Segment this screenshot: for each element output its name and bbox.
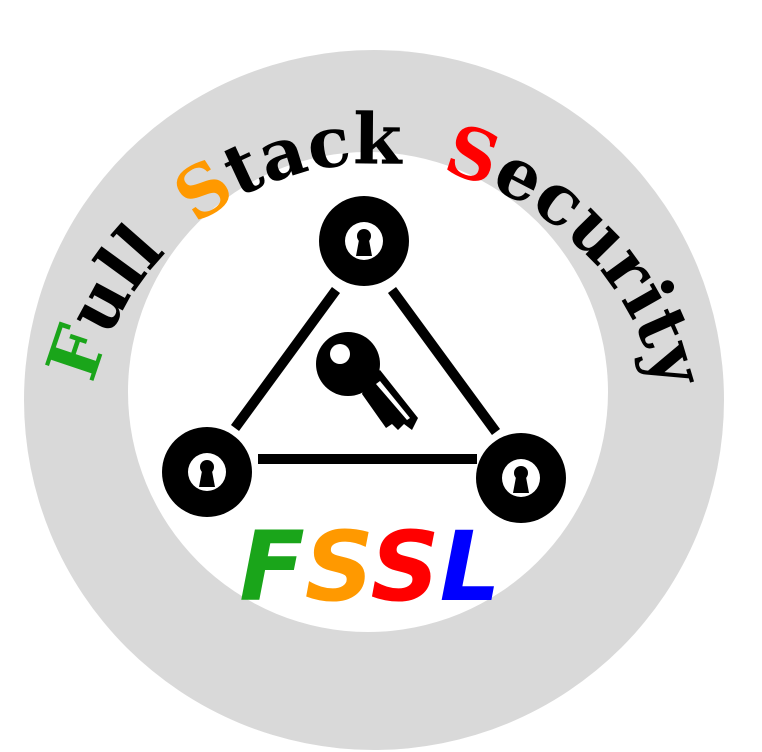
- fssl-logo: FullStackSecurityLab.: [0, 0, 724, 750]
- node-bottom-left: [162, 427, 252, 517]
- keyhole-icon: [502, 459, 540, 497]
- acronym-letter-f: F: [239, 511, 305, 623]
- acronym-letter-s2: S: [370, 511, 439, 623]
- ring-word-lab-rest: ab.: [0, 0, 24, 17]
- ring-word-lab-initial: L: [0, 0, 25, 17]
- acronym-text: FSSL: [239, 511, 501, 623]
- node-bottom-right: [476, 433, 566, 523]
- keyhole-icon: [345, 222, 383, 260]
- acronym-letter-s1: S: [305, 511, 371, 623]
- acronym-letter-l: L: [440, 511, 501, 623]
- node-top: [319, 196, 409, 286]
- keyhole-icon: [188, 453, 226, 491]
